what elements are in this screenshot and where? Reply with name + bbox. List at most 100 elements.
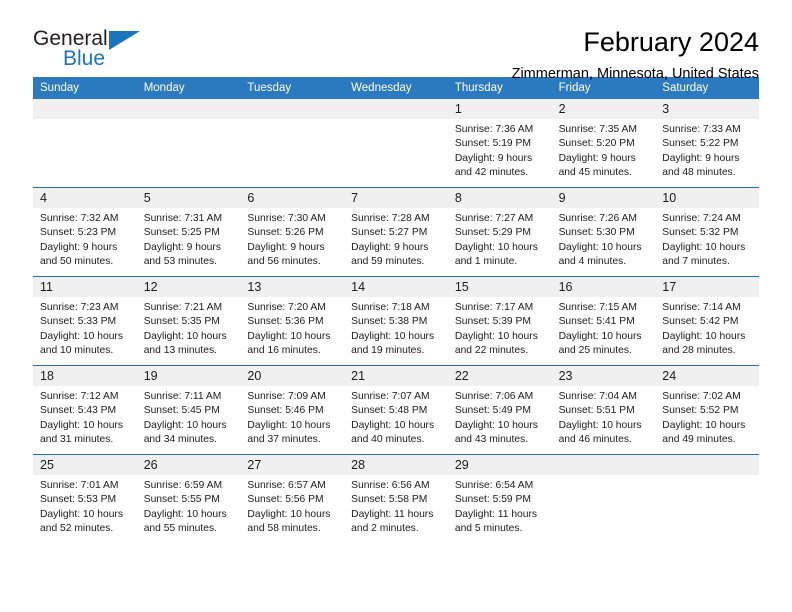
day-cell[interactable]: 3 Sunrise: 7:33 AM Sunset: 5:22 PM Daylight… xyxy=(655,99,759,187)
sun-info-line: Sunrise: 7:09 AM xyxy=(247,391,326,402)
day-sun-info: Sunrise: 7:31 AM Sunset: 5:25 PM Daylight:… xyxy=(137,208,241,270)
sun-info-line: Sunset: 5:49 PM xyxy=(454,405,531,417)
day-cell[interactable]: 18 Sunrise: 7:12 AM Sunset: 5:43 PM Dayligh… xyxy=(33,366,137,454)
day-cell[interactable]: 11 Sunrise: 7:23 AM Sunset: 5:33 PM Dayligh… xyxy=(33,277,137,365)
sun-info-line: Sunset: 5:20 PM xyxy=(558,138,635,150)
sun-info-line: and 58 minutes. xyxy=(247,523,321,535)
sun-info-line: Sunrise: 7:36 AM xyxy=(454,124,534,135)
day-cell[interactable]: 21 Sunrise: 7:07 AM Sunset: 5:48 PM Dayligh… xyxy=(344,366,448,454)
sun-info-line: Sunset: 5:36 PM xyxy=(247,316,324,328)
day-cell[interactable]: 29 Sunrise: 6:54 AM Sunset: 5:59 PM Dayligh… xyxy=(447,455,552,543)
day-number: 20 xyxy=(240,366,345,386)
sun-info-line: Sunrise: 7:24 AM xyxy=(662,213,741,224)
day-cell[interactable]: 12 Sunrise: 7:21 AM Sunset: 5:35 PM Dayligh… xyxy=(136,277,241,365)
day-cell[interactable]: 17 Sunrise: 7:14 AM Sunset: 5:42 PM Dayligh… xyxy=(655,277,759,365)
sun-info-line: Daylight: 10 hours xyxy=(454,419,538,431)
calendar-week-row: 11 Sunrise: 7:23 AM Sunset: 5:33 PM Dayligh… xyxy=(33,276,759,365)
day-cell[interactable]: 20 Sunrise: 7:09 AM Sunset: 5:46 PM Dayligh… xyxy=(240,366,345,454)
sun-info-line: Sunrise: 7:30 AM xyxy=(247,213,326,224)
calendar-week-row: 25 Sunrise: 7:01 AM Sunset: 5:53 PM Dayligh… xyxy=(33,454,759,543)
calendar-week-row: 4 Sunrise: 7:32 AM Sunset: 5:23 PM Daylight… xyxy=(33,187,759,276)
page-header: General Blue February 2024 Zimmerman, Mi… xyxy=(33,0,759,81)
day-cell[interactable]: 28 Sunrise: 6:56 AM Sunset: 5:58 PM Dayligh… xyxy=(344,455,448,543)
day-cell[interactable]: 27 Sunrise: 6:57 AM Sunset: 5:56 PM Dayligh… xyxy=(240,455,345,543)
sun-info-line: Daylight: 9 hours xyxy=(662,152,740,164)
day-cell[interactable]: 7 Sunrise: 7:28 AM Sunset: 5:27 PM Daylight… xyxy=(344,188,448,276)
day-cell-empty xyxy=(655,455,759,543)
sun-info-line: Sunset: 5:41 PM xyxy=(558,316,635,328)
day-cell[interactable]: 14 Sunrise: 7:18 AM Sunset: 5:38 PM Dayligh… xyxy=(344,277,448,365)
sun-info-line: Sunset: 5:39 PM xyxy=(454,316,531,328)
sun-info-line: Sunrise: 7:04 AM xyxy=(558,391,637,402)
sun-info-line: Sunset: 5:33 PM xyxy=(40,316,117,328)
day-cell[interactable]: 10 Sunrise: 7:24 AM Sunset: 5:32 PM Dayligh… xyxy=(655,188,759,276)
sun-info-line: Daylight: 10 hours xyxy=(454,330,538,342)
sun-info-line: and 25 minutes. xyxy=(558,345,632,357)
sun-info-line: Sunset: 5:53 PM xyxy=(40,494,117,506)
sun-info-line: and 40 minutes. xyxy=(351,434,425,446)
sun-info-line: Daylight: 10 hours xyxy=(662,419,746,431)
sun-info-line: Sunset: 5:38 PM xyxy=(351,316,428,328)
day-cell[interactable]: 9 Sunrise: 7:26 AM Sunset: 5:30 PM Daylight… xyxy=(551,188,656,276)
day-sun-info: Sunrise: 7:28 AM Sunset: 5:27 PM Daylight:… xyxy=(344,208,448,270)
day-cell[interactable]: 5 Sunrise: 7:31 AM Sunset: 5:25 PM Daylight… xyxy=(136,188,241,276)
sun-info-line: Sunrise: 7:31 AM xyxy=(143,213,223,224)
day-cell-empty xyxy=(240,99,345,187)
day-number: 19 xyxy=(136,366,241,386)
sun-info-line: Sunset: 5:19 PM xyxy=(454,138,531,150)
sun-info-line: Sunset: 5:46 PM xyxy=(247,405,324,417)
sun-info-line: Sunrise: 7:17 AM xyxy=(454,302,534,313)
sun-info-line: and 5 minutes. xyxy=(454,523,523,535)
day-cell[interactable]: 25 Sunrise: 7:01 AM Sunset: 5:53 PM Dayligh… xyxy=(33,455,137,543)
day-number: 27 xyxy=(240,455,345,475)
sun-info-line: and 56 minutes. xyxy=(247,256,321,268)
sun-info-line: Sunrise: 7:21 AM xyxy=(143,302,223,313)
calendar-page: General Blue February 2024 Zimmerman, Mi… xyxy=(0,0,792,612)
day-sun-info: Sunrise: 7:23 AM Sunset: 5:33 PM Daylight:… xyxy=(33,297,137,359)
day-cell[interactable]: 24 Sunrise: 7:02 AM Sunset: 5:52 PM Dayligh… xyxy=(655,366,759,454)
day-cell[interactable]: 16 Sunrise: 7:15 AM Sunset: 5:41 PM Dayligh… xyxy=(551,277,656,365)
day-cell[interactable]: 13 Sunrise: 7:20 AM Sunset: 5:36 PM Dayligh… xyxy=(240,277,345,365)
weekday-header-wednesday: Wednesday xyxy=(351,82,412,94)
day-cell[interactable]: 15 Sunrise: 7:17 AM Sunset: 5:39 PM Dayligh… xyxy=(447,277,552,365)
day-cell[interactable]: 26 Sunrise: 6:59 AM Sunset: 5:55 PM Dayligh… xyxy=(136,455,241,543)
day-cell[interactable]: 4 Sunrise: 7:32 AM Sunset: 5:23 PM Daylight… xyxy=(33,188,137,276)
day-sun-info: Sunrise: 7:04 AM Sunset: 5:51 PM Daylight:… xyxy=(552,386,656,448)
day-number xyxy=(240,99,345,119)
day-number: 29 xyxy=(447,455,552,475)
sun-info-line: Sunset: 5:23 PM xyxy=(40,227,117,239)
day-cell[interactable]: 1 Sunrise: 7:36 AM Sunset: 5:19 PM Daylight… xyxy=(447,99,552,187)
sun-info-line: Sunrise: 6:57 AM xyxy=(247,480,326,491)
day-cell[interactable]: 23 Sunrise: 7:04 AM Sunset: 5:51 PM Dayligh… xyxy=(551,366,656,454)
sun-info-line: Daylight: 9 hours xyxy=(40,241,118,253)
day-cell[interactable]: 8 Sunrise: 7:27 AM Sunset: 5:29 PM Daylight… xyxy=(447,188,552,276)
sun-info-line: and 59 minutes. xyxy=(351,256,425,268)
sun-info-line: and 46 minutes. xyxy=(558,434,632,446)
day-cell[interactable]: 22 Sunrise: 7:06 AM Sunset: 5:49 PM Dayligh… xyxy=(447,366,552,454)
day-cell[interactable]: 19 Sunrise: 7:11 AM Sunset: 5:45 PM Dayligh… xyxy=(136,366,241,454)
sun-info-line: and 52 minutes. xyxy=(40,523,114,535)
weekday-header-friday: Friday xyxy=(558,82,591,94)
sun-info-line: and 7 minutes. xyxy=(662,256,730,268)
sun-info-line: Daylight: 10 hours xyxy=(247,508,331,520)
sun-info-line: and 34 minutes. xyxy=(143,434,217,446)
day-number: 17 xyxy=(655,277,759,297)
sun-info-line: Sunset: 5:56 PM xyxy=(247,494,324,506)
sun-info-line: and 42 minutes. xyxy=(454,167,529,179)
sun-info-line: Sunset: 5:43 PM xyxy=(40,405,117,417)
day-sun-info: Sunrise: 7:27 AM Sunset: 5:29 PM Daylight:… xyxy=(448,208,552,270)
day-sun-info xyxy=(552,475,656,479)
day-sun-info: Sunrise: 7:32 AM Sunset: 5:23 PM Daylight:… xyxy=(33,208,137,270)
sun-info-line: Sunrise: 7:06 AM xyxy=(454,391,534,402)
logo-text-blue: Blue xyxy=(63,47,106,70)
sun-info-line: Sunset: 5:26 PM xyxy=(247,227,324,239)
sun-info-line: Daylight: 10 hours xyxy=(351,419,435,431)
day-sun-info: Sunrise: 7:35 AM Sunset: 5:20 PM Daylight:… xyxy=(552,119,656,181)
day-sun-info: Sunrise: 7:01 AM Sunset: 5:53 PM Daylight:… xyxy=(33,475,137,537)
sun-info-line: Sunrise: 7:33 AM xyxy=(662,124,741,135)
sun-info-line: Sunset: 5:30 PM xyxy=(558,227,635,239)
day-cell[interactable]: 2 Sunrise: 7:35 AM Sunset: 5:20 PM Daylight… xyxy=(551,99,656,187)
sun-info-line: Daylight: 11 hours xyxy=(351,508,434,520)
day-cell[interactable]: 6 Sunrise: 7:30 AM Sunset: 5:26 PM Daylight… xyxy=(240,188,345,276)
sun-info-line: Sunrise: 6:54 AM xyxy=(454,480,534,491)
